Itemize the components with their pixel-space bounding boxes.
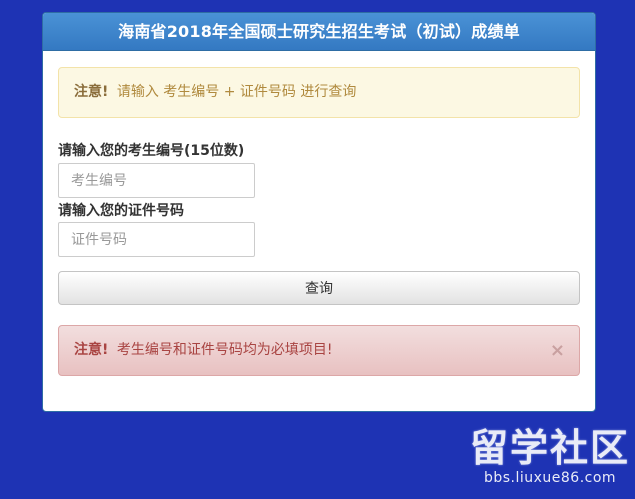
notice-strong: 注意! xyxy=(74,84,109,100)
query-panel: 海南省2018年全国硕士研究生招生考试（初试）成绩单 注意! 请输入 考生编号 … xyxy=(42,12,596,412)
watermark-url: bbs.liuxue86.com xyxy=(483,470,617,486)
exam-id-input[interactable] xyxy=(58,163,255,198)
panel-title: 海南省2018年全国硕士研究生招生考试（初试）成绩单 xyxy=(43,13,595,51)
exam-id-label: 请输入您的考生编号(15位数) xyxy=(58,143,245,159)
id-number-label: 请输入您的证件号码 xyxy=(58,203,184,219)
error-message: 考生编号和证件号码均为必填项目! xyxy=(116,342,333,358)
notice-message: 请输入 考生编号 + 证件号码 进行查询 xyxy=(116,84,357,100)
watermark-logo: 留学社区 bbs.liuxue86.com xyxy=(470,426,630,486)
close-icon[interactable]: × xyxy=(550,326,565,375)
query-button[interactable]: 查询 xyxy=(58,271,580,305)
error-alert: 注意! 考生编号和证件号码均为必填项目! × xyxy=(58,325,580,376)
error-strong: 注意! xyxy=(74,342,109,358)
notice-alert: 注意! 请输入 考生编号 + 证件号码 进行查询 xyxy=(58,67,580,118)
watermark-logo-text: 留学社区 xyxy=(470,426,631,470)
id-number-input[interactable] xyxy=(58,222,255,257)
